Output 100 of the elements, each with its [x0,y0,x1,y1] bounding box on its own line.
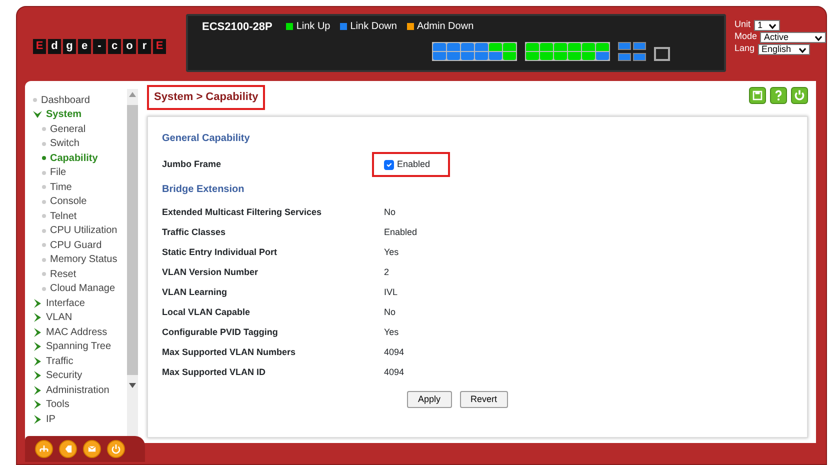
selector-label: Mode [734,30,757,44]
sidebar-item[interactable]: Traffic [33,354,127,368]
tag-icon[interactable] [59,440,77,458]
sidebar-item[interactable]: Reset [33,267,127,282]
sidebar-item[interactable]: Tools [33,398,127,412]
field-value: 2 [384,266,390,279]
field-value: Yes [384,326,399,339]
port-icon[interactable] [503,42,516,50]
port-icon[interactable] [540,52,553,60]
logo-tile: e [78,39,93,54]
sfp-port-icon[interactable] [633,52,646,60]
sidebar-item[interactable]: Dashboard [33,93,127,108]
sidebar-item[interactable]: Console [33,194,127,209]
field-value: Yes [384,246,399,259]
network-icon[interactable] [35,440,53,458]
sidebar-item[interactable]: Switch [33,136,127,151]
field-value: 4094 [384,366,404,379]
sidebar-item[interactable]: Interface [33,296,127,310]
selector-label: Lang [734,42,755,56]
dropdown[interactable]: 1 [754,20,780,30]
form-button[interactable]: Revert [460,390,508,408]
legend-label: Admin Down [416,20,474,34]
device-model: ECS2100-28P [202,21,272,33]
sidebar-item[interactable]: Spanning Tree [33,340,127,354]
port-icon[interactable] [596,42,609,50]
logo-tile: E [153,39,168,54]
sidebar-item[interactable]: CPU Guard [33,238,127,252]
port-icon[interactable] [554,52,567,60]
sidebar-item[interactable]: Telnet [33,209,127,224]
port-icon[interactable] [489,52,502,60]
field-label: VLAN Version Number [162,266,260,279]
field-value: No [384,206,396,219]
scroll-up-icon[interactable] [129,92,136,97]
port-icon[interactable] [596,52,609,60]
sfp-port-icon[interactable] [633,42,646,50]
field-label: Extended Multicast Filtering Services [162,206,323,219]
sidebar-item[interactable]: MAC Address [33,325,127,340]
port-icon[interactable] [568,42,581,50]
dropdown[interactable]: English [758,44,810,54]
field-value: No [384,306,396,319]
port-icon[interactable] [503,52,516,60]
port-icon[interactable] [526,52,539,60]
chevron-down-icon [768,24,776,28]
port-icon[interactable] [475,52,488,60]
port-icon[interactable] [433,42,446,50]
port-icon[interactable] [568,52,581,60]
sidebar-item[interactable]: System [33,108,127,122]
logo-tile: r [138,39,153,54]
port-icon[interactable] [447,52,460,60]
port-icon[interactable] [554,42,567,50]
port-icon[interactable] [475,42,488,50]
checkbox[interactable] [384,160,394,170]
port-icon[interactable] [461,52,474,60]
ethernet-port-icon[interactable] [654,46,670,60]
sidebar-item[interactable]: Cloud Manage [33,282,127,296]
port-icon[interactable] [461,42,474,50]
selector-label: Unit [734,18,750,32]
sidebar-item[interactable]: Security [33,368,127,383]
breadcrumb: System > Capability [147,85,266,110]
sidebar-item[interactable]: IP [33,412,127,426]
port-icon[interactable] [433,52,446,60]
power-icon[interactable] [107,440,125,458]
form-button[interactable]: Apply [406,390,452,408]
scrollbar-thumb[interactable] [127,105,138,375]
save-icon[interactable] [749,87,766,104]
sfp-port-icon[interactable] [618,52,631,60]
port-icon[interactable] [447,42,460,50]
sidebar-item[interactable]: Memory Status [33,252,127,267]
logo-tile: E [33,39,48,54]
logo-tile: c [108,39,123,54]
dropdown[interactable]: Active [760,32,826,42]
sidebar-item[interactable]: Administration [33,383,127,398]
sidebar-item[interactable]: Time [33,180,127,194]
port-icon[interactable] [582,42,595,50]
section-title: General Capability [162,132,251,146]
sidebar-item[interactable]: CPU Utilization [33,224,127,238]
field-label: Configurable PVID Tagging [162,326,279,339]
port-icon[interactable] [526,42,539,50]
chevron-down-icon [33,110,42,120]
field-label: VLAN Learning [162,286,228,299]
field-label: Jumbo Frame [162,158,222,171]
chevron-down-icon [798,48,806,52]
checkbox-label: Enabled [397,158,430,171]
field-value: Enabled [384,226,418,239]
sfp-port-icon[interactable] [618,42,631,50]
port-icon[interactable] [582,52,595,60]
field-label: Max Supported VLAN Numbers [162,346,297,359]
scroll-down-icon[interactable] [129,383,136,388]
section-title: Bridge Extension [162,182,246,196]
field-label: Max Supported VLAN ID [162,366,267,379]
sidebar-item[interactable]: Capability [33,151,127,166]
logo-tile: g [63,39,78,54]
port-icon[interactable] [540,42,553,50]
chevron-down-icon [815,36,822,40]
help-icon[interactable] [770,87,787,104]
sidebar-item[interactable]: File [33,166,127,180]
sidebar-item[interactable]: General [33,122,127,136]
port-icon[interactable] [489,42,502,50]
sidebar-item[interactable]: VLAN [33,310,127,325]
mail-icon[interactable] [83,440,101,458]
